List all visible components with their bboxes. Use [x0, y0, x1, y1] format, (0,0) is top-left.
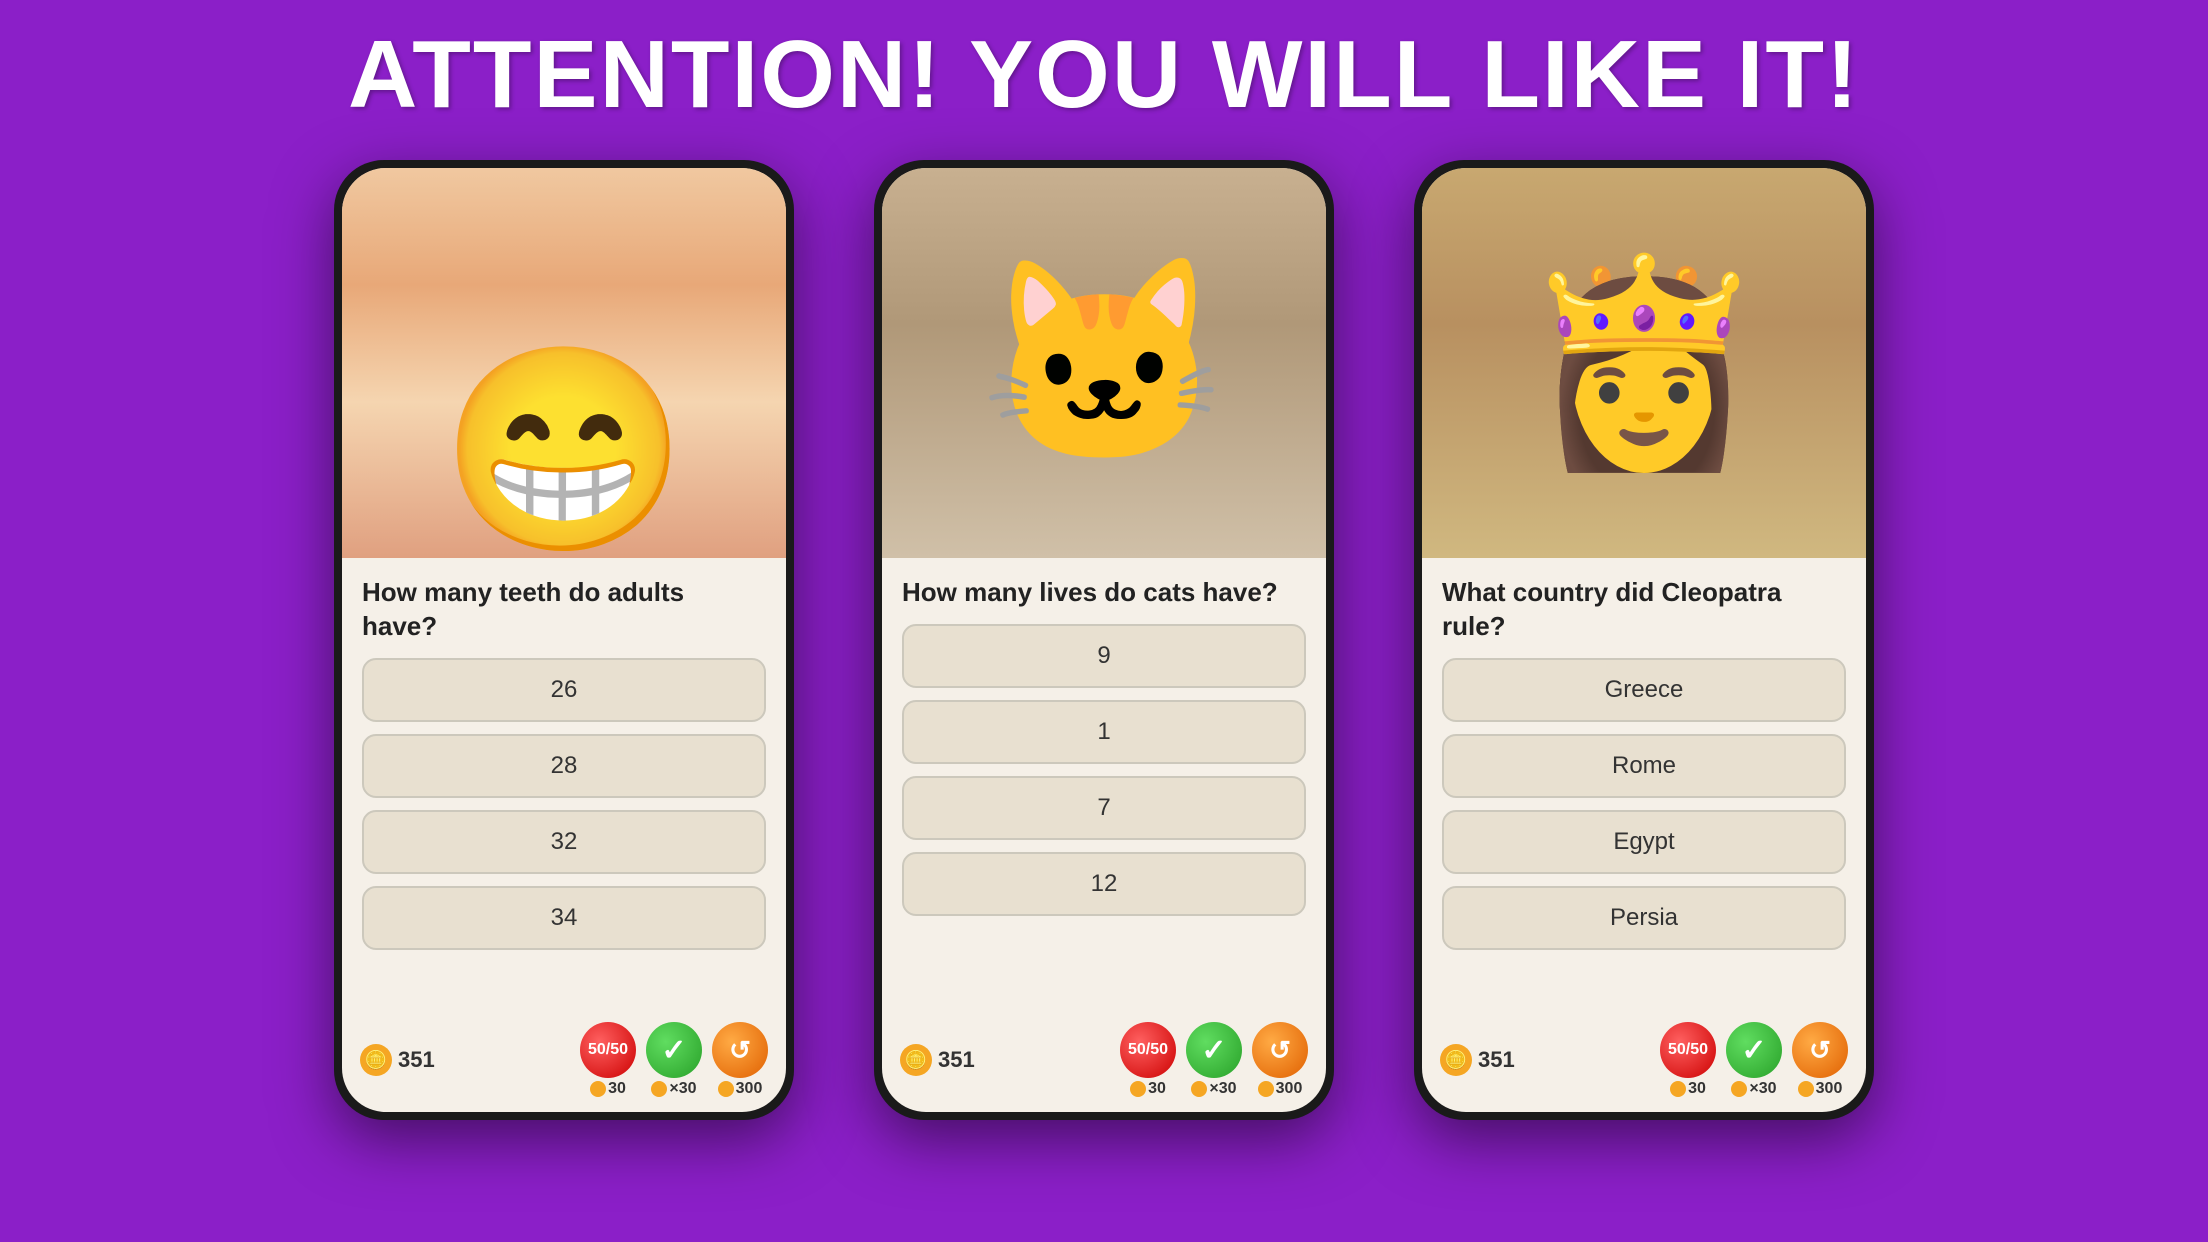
phone-2-check[interactable]: ✓ ×30	[1186, 1022, 1242, 1098]
phone-3-check[interactable]: ✓ ×30	[1726, 1022, 1782, 1098]
phone-2-image	[882, 168, 1326, 558]
phone-1-check[interactable]: ✓ ×30	[646, 1022, 702, 1098]
phone-1-answer-2[interactable]: 32	[362, 810, 766, 874]
phone-1-wrapper: How many teeth do adults have? 26 28 32 …	[334, 160, 794, 1120]
phone-1-coin-count: 351	[398, 1047, 435, 1073]
phone-3-image	[1422, 168, 1866, 558]
phone-3-coins: 🪙 351	[1440, 1044, 1515, 1076]
swap-icon-2: ↺	[1252, 1022, 1308, 1078]
phone-1-answer-0[interactable]: 26	[362, 658, 766, 722]
swap-icon-3: ↺	[1792, 1022, 1848, 1078]
swap-cost-3: 300	[1798, 1080, 1843, 1098]
phone-3-swap[interactable]: ↺ 300	[1792, 1022, 1848, 1098]
phone-3-answer-3[interactable]: Persia	[1442, 886, 1846, 950]
check-cost-1: ×30	[651, 1080, 696, 1098]
phone-2: How many lives do cats have? 9 1 7 12 🪙 …	[874, 160, 1334, 1120]
phone-1-swap[interactable]: ↺ 300	[712, 1022, 768, 1098]
swap-cost-2: 300	[1258, 1080, 1303, 1098]
phone-2-content: How many lives do cats have? 9 1 7 12	[882, 558, 1326, 1014]
phone-3: What country did Cleopatra rule? Greece …	[1414, 160, 1874, 1120]
phone-3-answer-2[interactable]: Egypt	[1442, 810, 1846, 874]
fifty-fifty-cost-1: 30	[590, 1080, 626, 1098]
phone-3-footer: 🪙 351 50/50 30 ✓	[1422, 1014, 1866, 1112]
phone-1-footer: 🪙 351 50/50 30 ✓	[342, 1014, 786, 1112]
phone-1-question: How many teeth do adults have?	[362, 576, 766, 644]
phone-2-answer-2[interactable]: 7	[902, 776, 1306, 840]
phone-1-content: How many teeth do adults have? 26 28 32 …	[342, 558, 786, 1014]
phone-1-answer-3[interactable]: 34	[362, 886, 766, 950]
phone-2-answer-1[interactable]: 1	[902, 700, 1306, 764]
check-cost-2: ×30	[1191, 1080, 1236, 1098]
swap-icon-1: ↺	[712, 1022, 768, 1078]
check-icon-2: ✓	[1186, 1022, 1242, 1078]
fifty-fifty-cost-3: 30	[1670, 1080, 1706, 1098]
phone-3-answer-0[interactable]: Greece	[1442, 658, 1846, 722]
coin-icon-2: 🪙	[900, 1044, 932, 1076]
fifty-fifty-icon-1: 50/50	[580, 1022, 636, 1078]
check-icon-1: ✓	[646, 1022, 702, 1078]
fifty-fifty-cost-2: 30	[1130, 1080, 1166, 1098]
phone-3-coin-count: 351	[1478, 1047, 1515, 1073]
phone-2-wrapper: How many lives do cats have? 9 1 7 12 🪙 …	[874, 160, 1334, 1120]
page-title: ATTENTION! YOU WILL LIKE IT!	[348, 20, 1860, 130]
phone-2-powerups: 50/50 30 ✓ ×30	[1120, 1022, 1308, 1098]
phone-2-answer-3[interactable]: 12	[902, 852, 1306, 916]
fifty-fifty-icon-3: 50/50	[1660, 1022, 1716, 1078]
phone-1-coins: 🪙 351	[360, 1044, 435, 1076]
phone-2-fifty-fifty[interactable]: 50/50 30	[1120, 1022, 1176, 1098]
check-cost-3: ×30	[1731, 1080, 1776, 1098]
coin-icon-1: 🪙	[360, 1044, 392, 1076]
phone-3-question: What country did Cleopatra rule?	[1442, 576, 1846, 644]
phone-2-coins: 🪙 351	[900, 1044, 975, 1076]
phone-2-footer: 🪙 351 50/50 30 ✓	[882, 1014, 1326, 1112]
coin-icon-3: 🪙	[1440, 1044, 1472, 1076]
phone-2-question: How many lives do cats have?	[902, 576, 1306, 610]
phone-2-swap[interactable]: ↺ 300	[1252, 1022, 1308, 1098]
fifty-fifty-icon-2: 50/50	[1120, 1022, 1176, 1078]
phone-1: How many teeth do adults have? 26 28 32 …	[334, 160, 794, 1120]
phone-1-answer-1[interactable]: 28	[362, 734, 766, 798]
phone-3-answer-1[interactable]: Rome	[1442, 734, 1846, 798]
check-icon-3: ✓	[1726, 1022, 1782, 1078]
phones-container: How many teeth do adults have? 26 28 32 …	[274, 160, 1934, 1120]
phone-1-image	[342, 168, 786, 558]
phone-2-answer-0[interactable]: 9	[902, 624, 1306, 688]
phone-3-content: What country did Cleopatra rule? Greece …	[1422, 558, 1866, 1014]
phone-1-powerups: 50/50 30 ✓ ×30	[580, 1022, 768, 1098]
swap-cost-1: 300	[718, 1080, 763, 1098]
phone-2-coin-count: 351	[938, 1047, 975, 1073]
phone-3-fifty-fifty[interactable]: 50/50 30	[1660, 1022, 1716, 1098]
phone-3-wrapper: What country did Cleopatra rule? Greece …	[1414, 160, 1874, 1120]
phone-3-powerups: 50/50 30 ✓ ×30	[1660, 1022, 1848, 1098]
phone-1-fifty-fifty[interactable]: 50/50 30	[580, 1022, 636, 1098]
